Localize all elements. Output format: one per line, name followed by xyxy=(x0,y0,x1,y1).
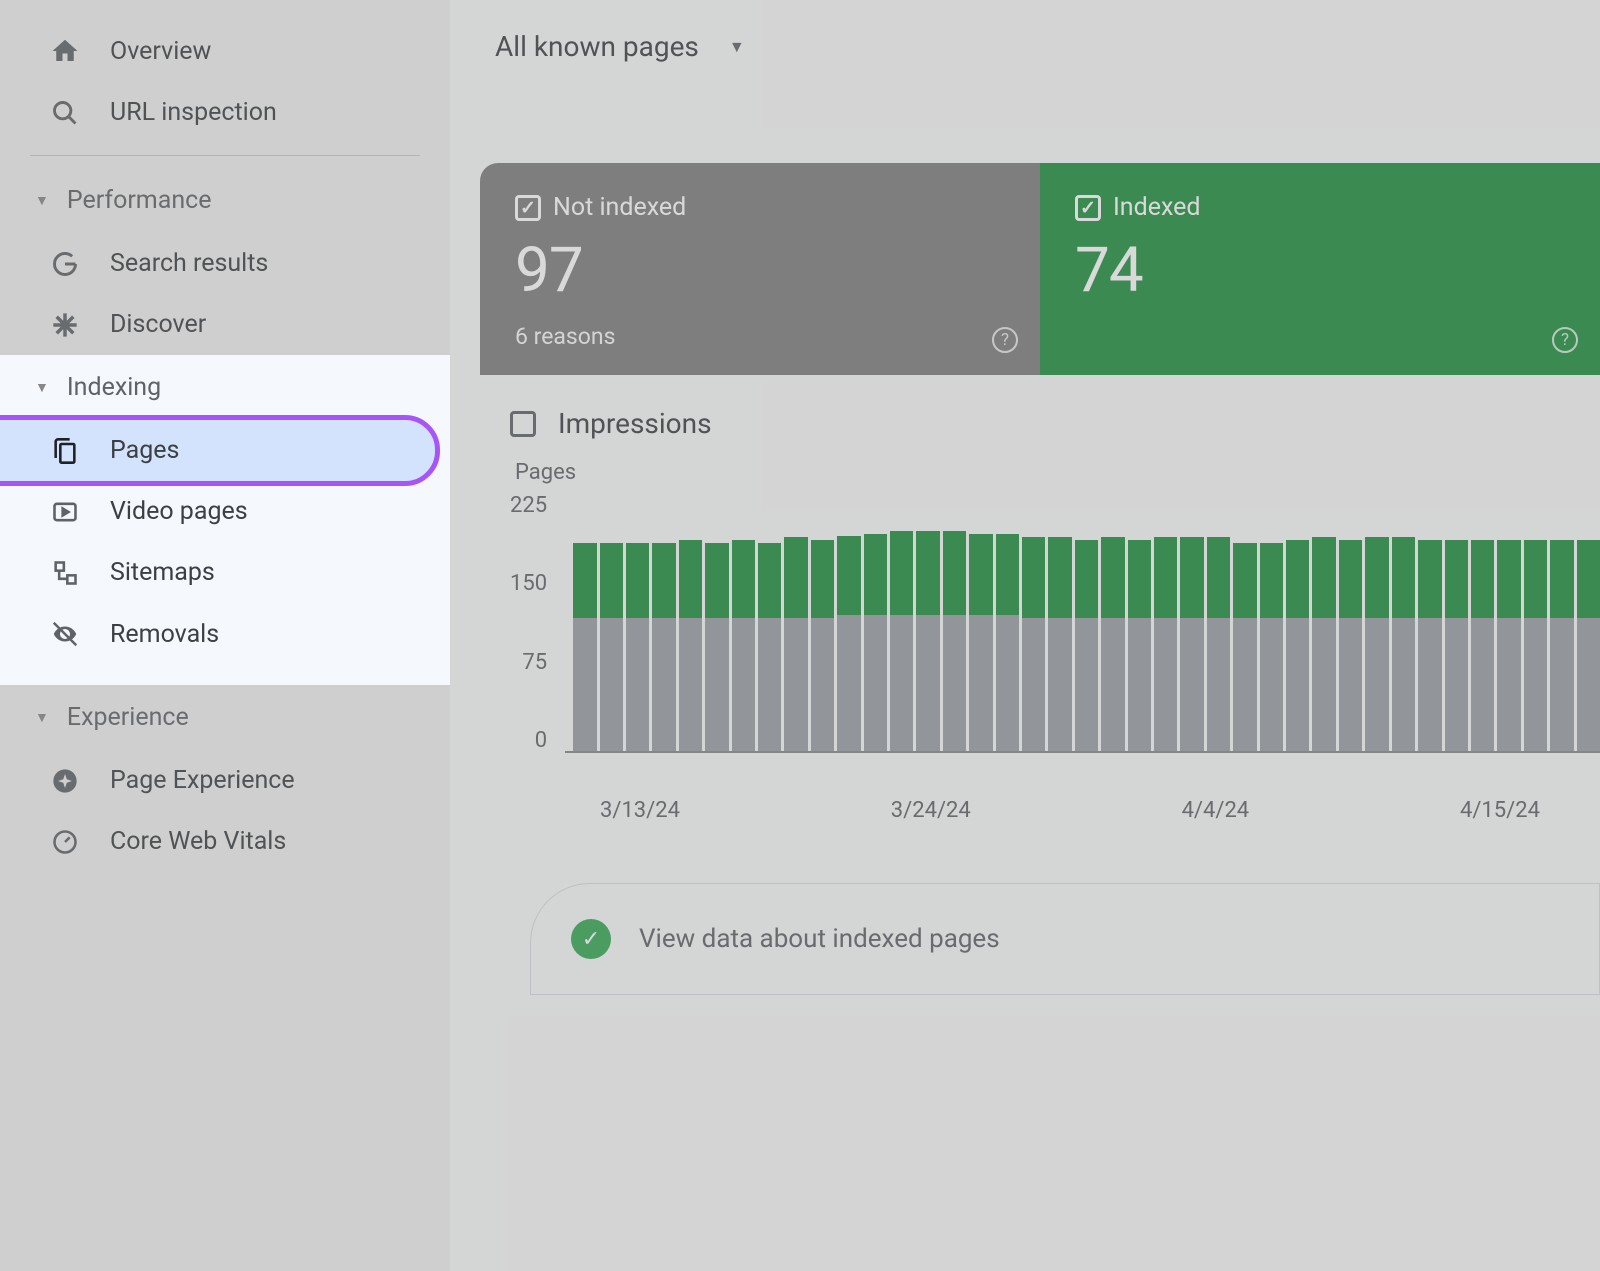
checkbox-not-indexed[interactable] xyxy=(515,195,541,221)
stat-subtext: 6 reasons xyxy=(515,323,1005,350)
impressions-toggle[interactable]: Impressions xyxy=(480,375,1600,450)
sidebar-item-video-pages[interactable]: Video pages xyxy=(0,481,450,542)
chevron-down-icon: ▼ xyxy=(35,379,49,396)
sitemap-icon xyxy=(50,559,80,587)
google-icon xyxy=(50,250,80,278)
sidebar-item-label: Page Experience xyxy=(110,766,295,795)
sidebar-section-experience[interactable]: ▼ Experience xyxy=(0,685,450,750)
stat-label-text: Not indexed xyxy=(553,193,686,222)
sidebar-item-page-experience[interactable]: Page Experience xyxy=(0,750,450,811)
help-icon[interactable]: ? xyxy=(992,327,1018,353)
sidebar-divider xyxy=(30,155,420,156)
y-axis: 225150750 xyxy=(510,493,565,753)
chevron-down-icon: ▼ xyxy=(35,709,49,726)
sidebar-item-discover[interactable]: Discover xyxy=(0,294,450,355)
sidebar-section-performance[interactable]: ▼ Performance xyxy=(0,168,450,233)
sidebar-item-label: Discover xyxy=(110,310,206,339)
asterisk-icon xyxy=(50,311,80,339)
speedometer-icon xyxy=(50,828,80,856)
stat-label-text: Indexed xyxy=(1113,193,1200,222)
sidebar-item-core-web-vitals[interactable]: Core Web Vitals xyxy=(0,811,450,872)
eye-off-icon xyxy=(50,619,80,649)
sidebar-item-label: Video pages xyxy=(110,497,248,526)
chart-bars xyxy=(565,493,1600,753)
sidebar-section-label: Indexing xyxy=(67,373,161,402)
chart: Pages 225150750 3/13/243/24/244/4/244/15… xyxy=(480,450,1600,823)
sidebar-item-label: Pages xyxy=(110,436,179,465)
sidebar-section-label: Experience xyxy=(67,703,189,732)
sidebar-item-label: Core Web Vitals xyxy=(110,827,286,856)
sidebar-item-search-results[interactable]: Search results xyxy=(0,233,450,294)
sidebar-item-url-inspection[interactable]: URL inspection xyxy=(0,82,450,143)
home-icon xyxy=(50,36,80,66)
impressions-label: Impressions xyxy=(558,407,712,440)
sidebar-item-label: Removals xyxy=(110,620,219,649)
stat-indexed[interactable]: Indexed 74 ? xyxy=(1040,163,1600,375)
search-icon xyxy=(50,99,80,127)
check-circle-icon: ✓ xyxy=(571,919,611,959)
video-icon xyxy=(50,498,80,526)
stat-value: 97 xyxy=(515,234,1005,307)
help-icon[interactable]: ? xyxy=(1552,327,1578,353)
chevron-down-icon: ▼ xyxy=(729,37,745,57)
chevron-down-icon: ▼ xyxy=(35,192,49,209)
pages-icon xyxy=(50,437,80,465)
x-axis: 3/13/243/24/244/4/244/15/24 xyxy=(510,773,1600,823)
sidebar-item-label: Search results xyxy=(110,249,268,278)
checkbox-impressions[interactable] xyxy=(510,411,536,437)
chart-title: Pages xyxy=(515,460,1600,485)
indexing-highlight-block: ▼ Indexing Pages Video pages Sitemaps xyxy=(0,355,450,685)
sidebar-item-overview[interactable]: Overview xyxy=(0,20,450,82)
stats-row: Not indexed 97 6 reasons ? Indexed 74 ? xyxy=(480,163,1600,375)
view-data-text: View data about indexed pages xyxy=(639,924,1000,954)
filter-dropdown[interactable]: All known pages ▼ xyxy=(495,20,745,73)
stat-value: 74 xyxy=(1075,234,1565,307)
sidebar-item-pages[interactable]: Pages xyxy=(0,420,435,481)
sidebar-section-indexing[interactable]: ▼ Indexing xyxy=(0,355,450,420)
filter-label: All known pages xyxy=(495,30,699,63)
sidebar-item-sitemaps[interactable]: Sitemaps xyxy=(0,542,450,603)
checkbox-indexed[interactable] xyxy=(1075,195,1101,221)
sidebar-section-label: Performance xyxy=(67,186,212,215)
sparkle-icon xyxy=(50,767,80,795)
sidebar-item-removals[interactable]: Removals xyxy=(0,603,450,665)
sidebar-item-label: Sitemaps xyxy=(110,558,215,587)
sidebar-item-label: Overview xyxy=(110,37,211,66)
stat-not-indexed[interactable]: Not indexed 97 6 reasons ? xyxy=(480,163,1040,375)
sidebar-item-label: URL inspection xyxy=(110,98,277,127)
view-indexed-data-link[interactable]: ✓ View data about indexed pages xyxy=(530,883,1600,995)
